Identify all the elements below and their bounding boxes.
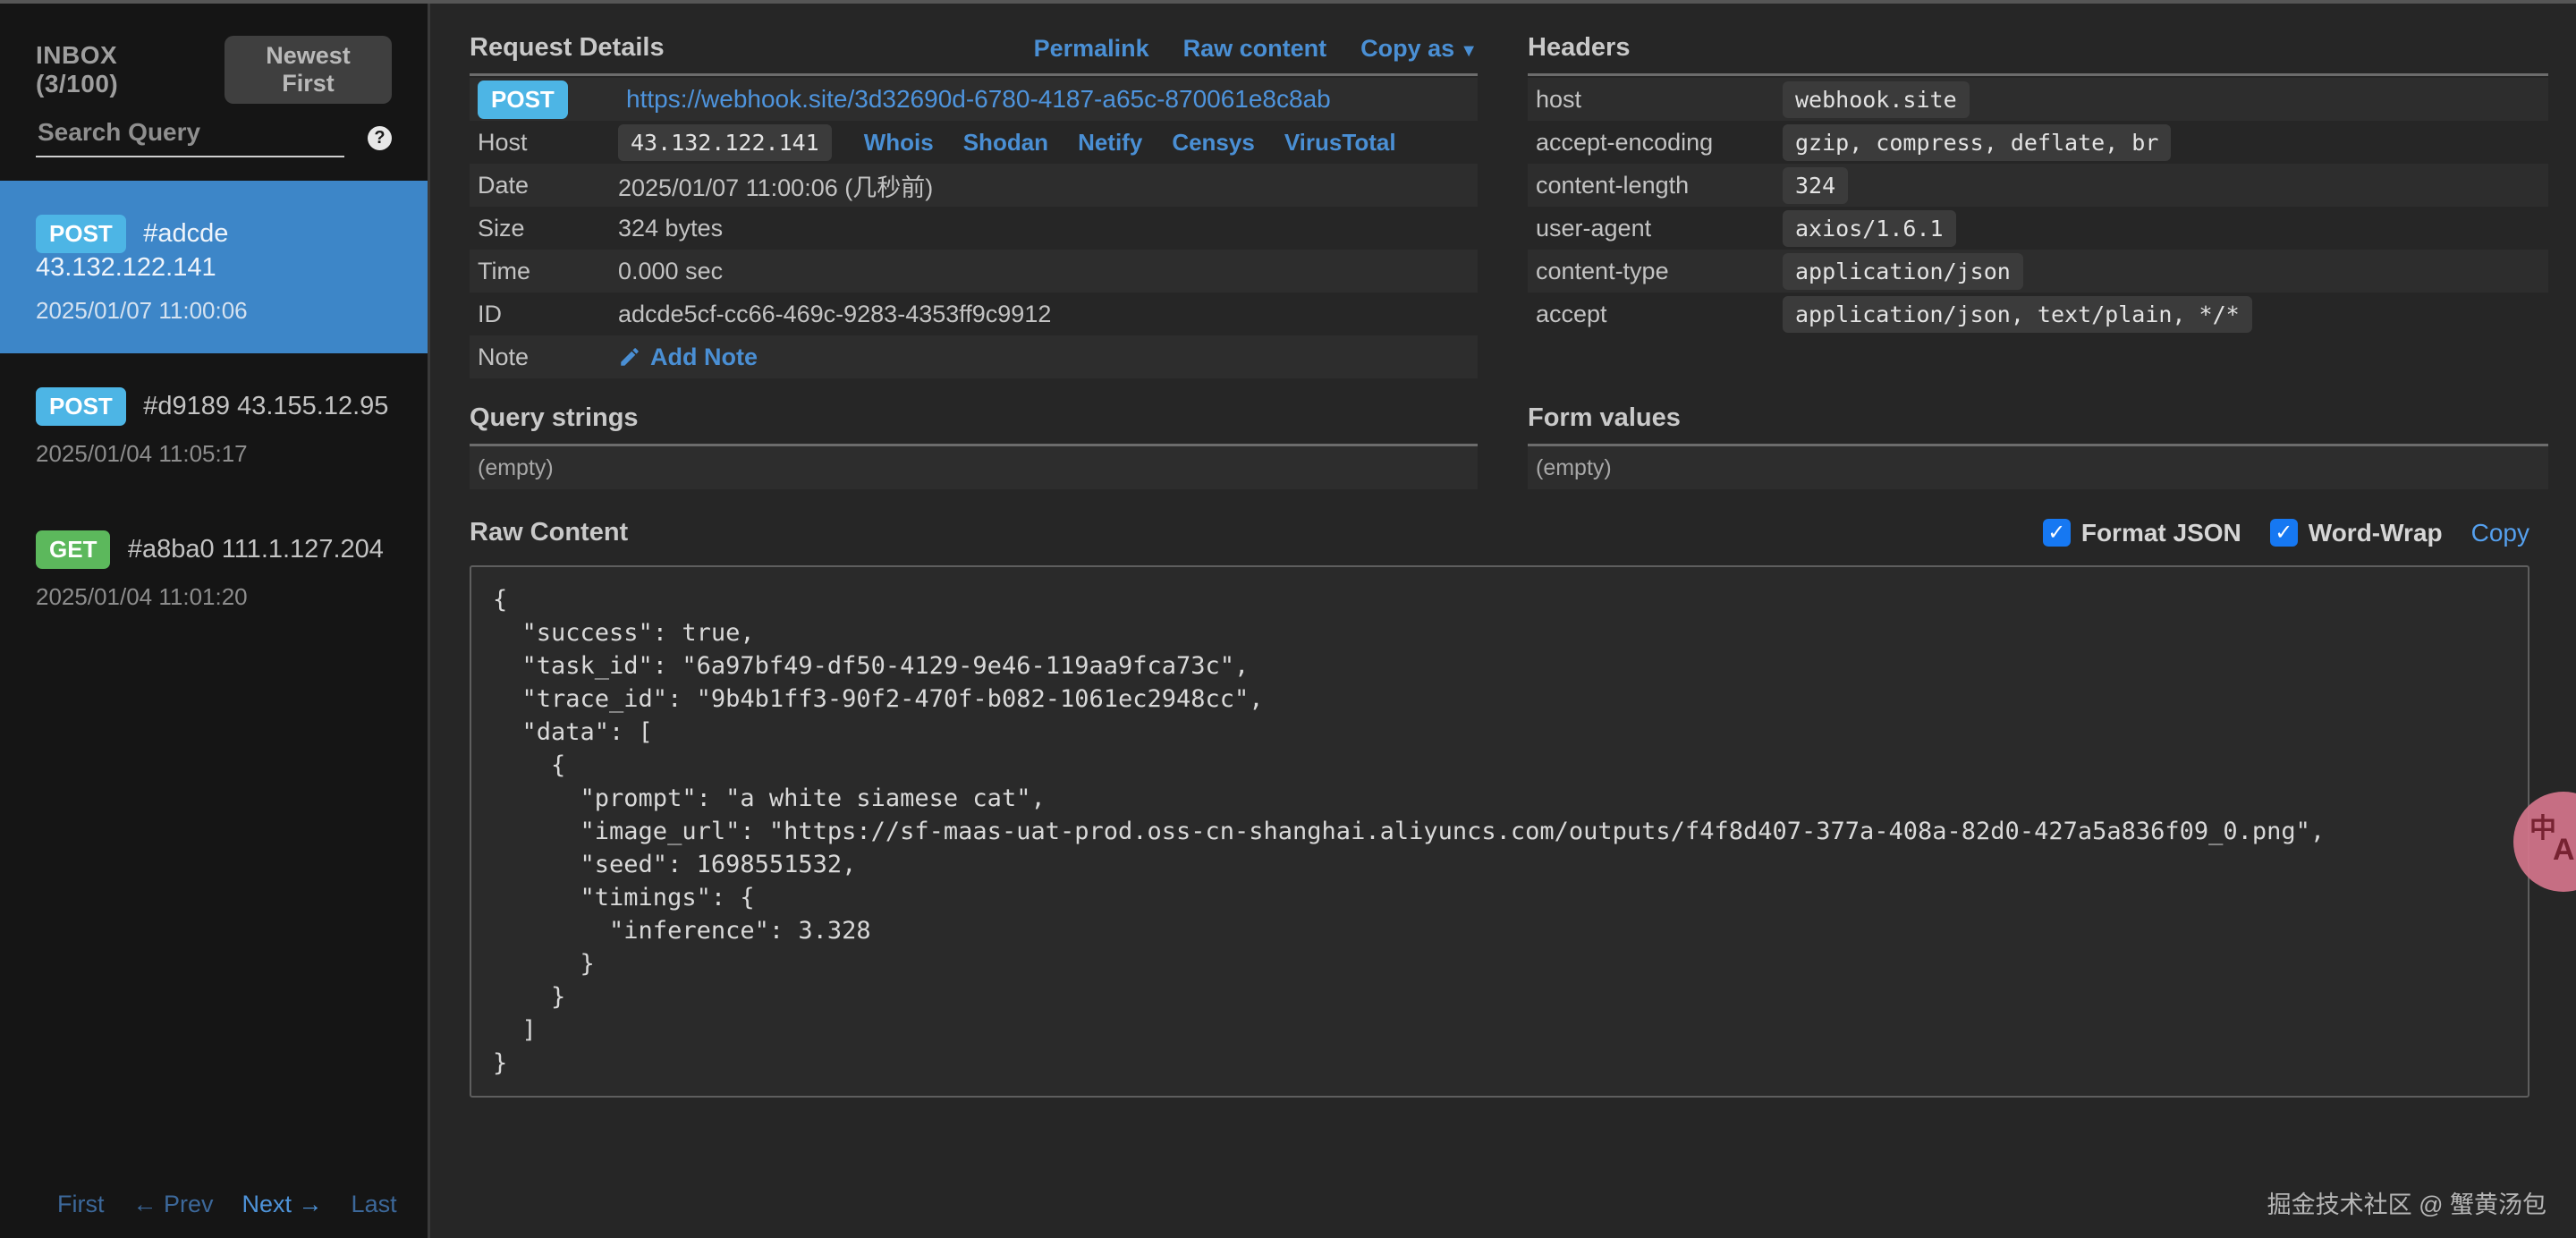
request-size-value: 324 bytes: [618, 215, 723, 242]
header-row: content-length 324: [1528, 164, 2548, 207]
copy-raw-content-link[interactable]: Copy: [2471, 519, 2529, 547]
webhook-app: INBOX (3/100) Newest First ? POST #adcde…: [0, 4, 2576, 1238]
form-values-section: Form values (empty): [1528, 403, 2548, 489]
method-badge: POST: [36, 215, 126, 253]
table-row-size: Size 324 bytes: [470, 207, 1478, 250]
request-list-item[interactable]: POST #d9189 43.155.12.95 2025/01/04 11:0…: [0, 353, 428, 496]
request-details-section: Request Details Permalink Raw content Co…: [470, 33, 1478, 378]
sidebar: INBOX (3/100) Newest First ? POST #adcde…: [0, 4, 430, 1238]
header-value: axios/1.6.1: [1783, 210, 1956, 247]
raw-content-section: Raw Content ✓ Format JSON ✓ Word-Wrap Co…: [470, 518, 2548, 1098]
netify-link[interactable]: Netify: [1078, 129, 1142, 157]
whois-link[interactable]: Whois: [864, 129, 934, 157]
checkmark-icon: ✓: [2270, 519, 2298, 547]
header-row: content-type application/json: [1528, 250, 2548, 293]
request-list: POST #adcde 43.132.122.141 2025/01/07 11…: [0, 181, 428, 640]
pencil-icon: [618, 345, 641, 369]
request-details-table: POST https://webhook.site/3d32690d-6780-…: [470, 78, 1478, 378]
word-wrap-checkbox[interactable]: ✓ Word-Wrap: [2270, 519, 2443, 547]
table-row-id: ID adcde5cf-cc66-469c-9283-4353ff9c9912: [470, 293, 1478, 335]
query-strings-section: Query strings (empty): [470, 403, 1478, 489]
request-details-title: Request Details: [470, 33, 665, 63]
headers-section: Headers host webhook.site accept-encodin…: [1528, 33, 2548, 378]
host-ip-value: 43.132.122.141: [618, 124, 832, 161]
table-row-url: POST https://webhook.site/3d32690d-6780-…: [470, 78, 1478, 121]
copy-as-dropdown[interactable]: Copy as▼: [1360, 35, 1478, 63]
headers-table: host webhook.site accept-encoding gzip, …: [1528, 78, 2548, 335]
checkmark-icon: ✓: [2043, 519, 2071, 547]
request-date-value: 2025/01/07 11:00:06 (几秒前): [618, 168, 933, 203]
sort-order-button[interactable]: Newest First: [225, 36, 392, 104]
pagination: First ← Prev Next → Last: [0, 1191, 428, 1218]
form-values-title: Form values: [1528, 403, 1681, 433]
form-values-empty: (empty): [1528, 446, 2548, 489]
inbox-count-label: INBOX (3/100): [36, 41, 201, 98]
header-row: host webhook.site: [1528, 78, 2548, 121]
pagination-next-link[interactable]: Next →: [242, 1191, 323, 1218]
table-row-note: Note Add Note: [470, 335, 1478, 378]
pagination-last-link[interactable]: Last: [352, 1191, 397, 1218]
request-url-link[interactable]: https://webhook.site/3d32690d-6780-4187-…: [626, 85, 1331, 114]
header-row: user-agent axios/1.6.1: [1528, 207, 2548, 250]
request-time-value: 0.000 sec: [618, 258, 723, 285]
method-badge: GET: [36, 530, 110, 569]
header-value: webhook.site: [1783, 81, 1970, 118]
raw-json-body: { "success": true, "task_id": "6a97bf49-…: [493, 583, 2506, 1080]
sidebar-header: INBOX (3/100) Newest First ?: [0, 4, 428, 157]
caret-down-icon: ▼: [1460, 41, 1478, 61]
request-title: #a8ba0 111.1.127.204: [128, 535, 384, 564]
header-value: application/json, text/plain, */*: [1783, 296, 2252, 333]
method-badge: POST: [36, 387, 126, 426]
header-row: accept application/json, text/plain, */*: [1528, 293, 2548, 335]
request-id-value: adcde5cf-cc66-469c-9283-4353ff9c9912: [618, 301, 1051, 328]
search-help-icon[interactable]: ?: [368, 126, 392, 150]
virustotal-link[interactable]: VirusTotal: [1284, 129, 1396, 157]
request-title: #d9189 43.155.12.95: [143, 392, 388, 420]
method-badge: POST: [478, 81, 568, 119]
footer-credit: 掘金技术社区 @ 蟹黄汤包: [2267, 1185, 2546, 1220]
request-date: 2025/01/04 11:01:20: [36, 583, 394, 611]
raw-content-code-block[interactable]: { "success": true, "task_id": "6a97bf49-…: [470, 565, 2529, 1098]
table-row-time: Time 0.000 sec: [470, 250, 1478, 293]
permalink-link[interactable]: Permalink: [1034, 35, 1149, 63]
query-strings-title: Query strings: [470, 403, 639, 433]
shodan-link[interactable]: Shodan: [963, 129, 1048, 157]
request-list-item[interactable]: POST #adcde 43.132.122.141 2025/01/07 11…: [0, 181, 428, 353]
main-content: Request Details Permalink Raw content Co…: [430, 4, 2576, 1238]
request-date: 2025/01/07 11:00:06: [36, 297, 394, 325]
raw-content-title: Raw Content: [470, 518, 628, 547]
header-value: 324: [1783, 167, 1848, 204]
table-row-date: Date 2025/01/07 11:00:06 (几秒前): [470, 164, 1478, 207]
table-row-host: Host 43.132.122.141 Whois Shodan Netify …: [470, 121, 1478, 164]
format-json-checkbox[interactable]: ✓ Format JSON: [2043, 519, 2241, 547]
pagination-first-link[interactable]: First: [57, 1191, 104, 1218]
translate-icon: A: [2553, 833, 2575, 868]
pagination-prev-link[interactable]: ← Prev: [132, 1191, 213, 1218]
raw-content-link[interactable]: Raw content: [1183, 35, 1327, 63]
headers-title: Headers: [1528, 33, 1630, 63]
header-row: accept-encoding gzip, compress, deflate,…: [1528, 121, 2548, 164]
search-input[interactable]: [36, 118, 344, 157]
censys-link[interactable]: Censys: [1172, 129, 1255, 157]
header-value: gzip, compress, deflate, br: [1783, 124, 2171, 161]
request-date: 2025/01/04 11:05:17: [36, 440, 394, 468]
add-note-button[interactable]: Add Note: [618, 343, 758, 371]
query-strings-empty: (empty): [470, 446, 1478, 489]
request-list-item[interactable]: GET #a8ba0 111.1.127.204 2025/01/04 11:0…: [0, 496, 428, 640]
header-value: application/json: [1783, 253, 2023, 290]
